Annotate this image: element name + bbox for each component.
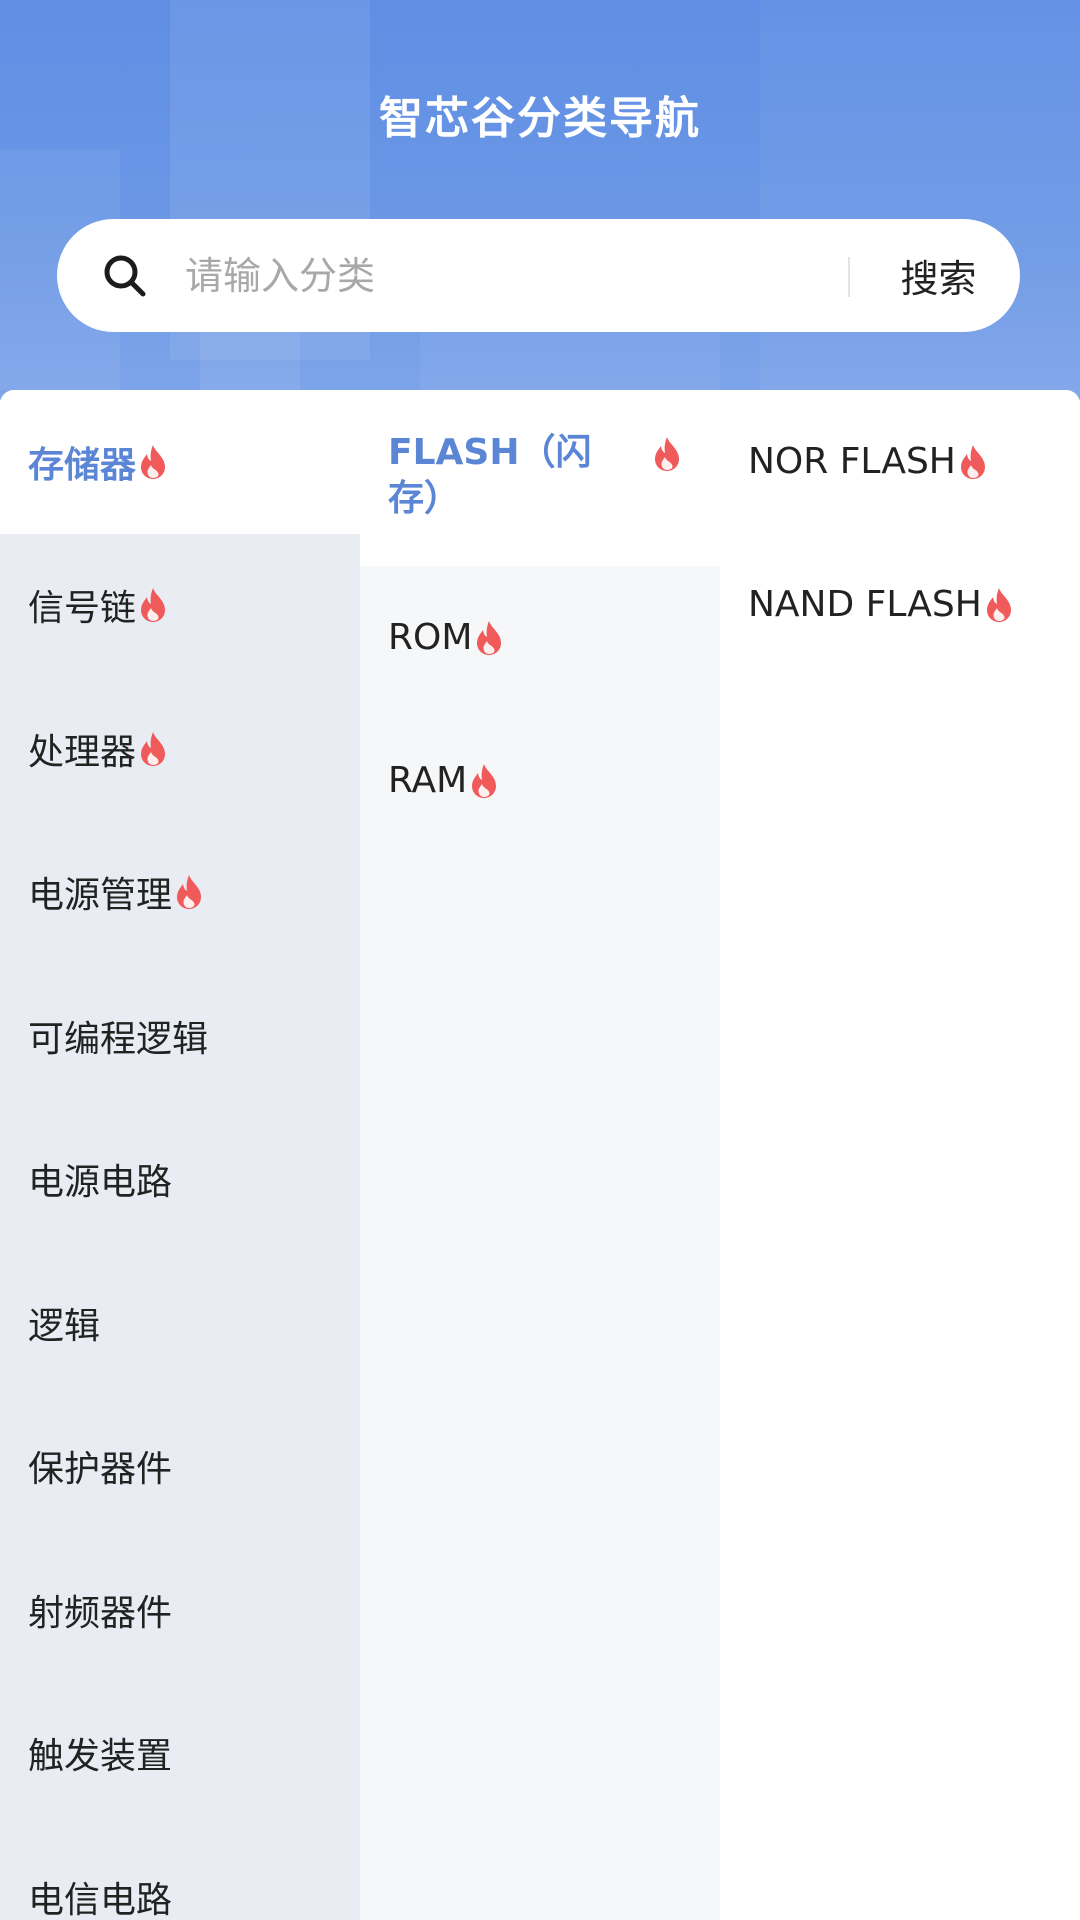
hot-fire-icon <box>960 444 985 479</box>
search-bar: 搜索 <box>57 219 1020 332</box>
level1-category-item[interactable]: 信号链 <box>0 534 360 678</box>
search-input[interactable] <box>185 245 865 307</box>
level1-category-item-label: 射频器件 <box>28 1592 173 1634</box>
hot-fire-icon <box>986 587 1011 622</box>
level1-category-item-label: 逻辑 <box>28 1305 101 1347</box>
level1-category-item[interactable]: 触发装置 <box>0 1682 360 1826</box>
level1-category-item-label: 存储器 <box>28 444 137 486</box>
level2-category-item[interactable]: RAM <box>360 709 720 852</box>
hot-fire-icon <box>177 875 202 910</box>
level1-category-item[interactable]: 处理器 <box>0 677 360 821</box>
hot-fire-icon <box>472 763 497 798</box>
hot-fire-icon <box>141 444 166 479</box>
level3-category-item[interactable]: NAND FLASH <box>720 533 1080 676</box>
level1-category-item[interactable]: 保护器件 <box>0 1395 360 1539</box>
level3-category-item-label: NOR FLASH <box>748 441 956 482</box>
level2-category-list: FLASH（闪存） ROM RAM <box>360 390 720 1920</box>
level1-category-item[interactable]: 电源管理 <box>0 821 360 965</box>
level1-category-item-label: 电源管理 <box>28 875 173 917</box>
hot-fire-icon <box>655 437 679 471</box>
hot-fire-icon <box>141 731 166 766</box>
level1-category-item[interactable]: 可编程逻辑 <box>0 964 360 1108</box>
header-banner: 智芯谷分类导航 搜索 <box>0 0 1080 400</box>
banner-decoration <box>760 0 1080 400</box>
level3-category-item[interactable]: NOR FLASH <box>720 390 1080 533</box>
level1-category-item[interactable]: 电源电路 <box>0 1108 360 1252</box>
level2-category-item[interactable]: ROM <box>360 566 720 709</box>
level1-category-item-label: 可编程逻辑 <box>28 1018 209 1060</box>
level2-category-item-label: FLASH（闪存） <box>388 432 592 519</box>
search-divider <box>848 257 850 297</box>
level1-category-item-label: 处理器 <box>28 731 137 773</box>
level1-category-item-label: 电信电路 <box>28 1879 173 1920</box>
level1-category-item-label: 电源电路 <box>28 1162 173 1204</box>
level1-category-item[interactable]: 电信电路 <box>0 1825 360 1920</box>
level3-category-item-label: NAND FLASH <box>748 584 982 625</box>
level1-category-item[interactable]: 射频器件 <box>0 1538 360 1682</box>
level2-category-item[interactable]: FLASH（闪存） <box>360 390 720 566</box>
hot-fire-icon <box>477 620 502 655</box>
level1-category-list: 存储器信号链处理器电源管理可编程逻辑电源电路逻辑保护器件射频器件触发装置电信电路 <box>0 390 360 1920</box>
category-panel: 存储器信号链处理器电源管理可编程逻辑电源电路逻辑保护器件射频器件触发装置电信电路… <box>0 390 1080 1920</box>
level1-category-item[interactable]: 逻辑 <box>0 1251 360 1395</box>
level1-category-item-label: 保护器件 <box>28 1449 173 1491</box>
level2-category-item-label: ROM <box>388 617 473 658</box>
level1-category-item[interactable]: 存储器 <box>0 390 360 534</box>
page-title: 智芯谷分类导航 <box>379 93 701 144</box>
level2-category-item-label: RAM <box>388 760 468 801</box>
level1-category-item-label: 信号链 <box>28 588 137 630</box>
search-button[interactable]: 搜索 <box>857 219 1020 332</box>
search-icon <box>104 255 146 297</box>
hot-fire-icon <box>141 588 166 623</box>
level1-category-item-label: 触发装置 <box>28 1736 173 1778</box>
level3-category-list: NOR FLASH NAND FLASH <box>720 390 1080 1920</box>
